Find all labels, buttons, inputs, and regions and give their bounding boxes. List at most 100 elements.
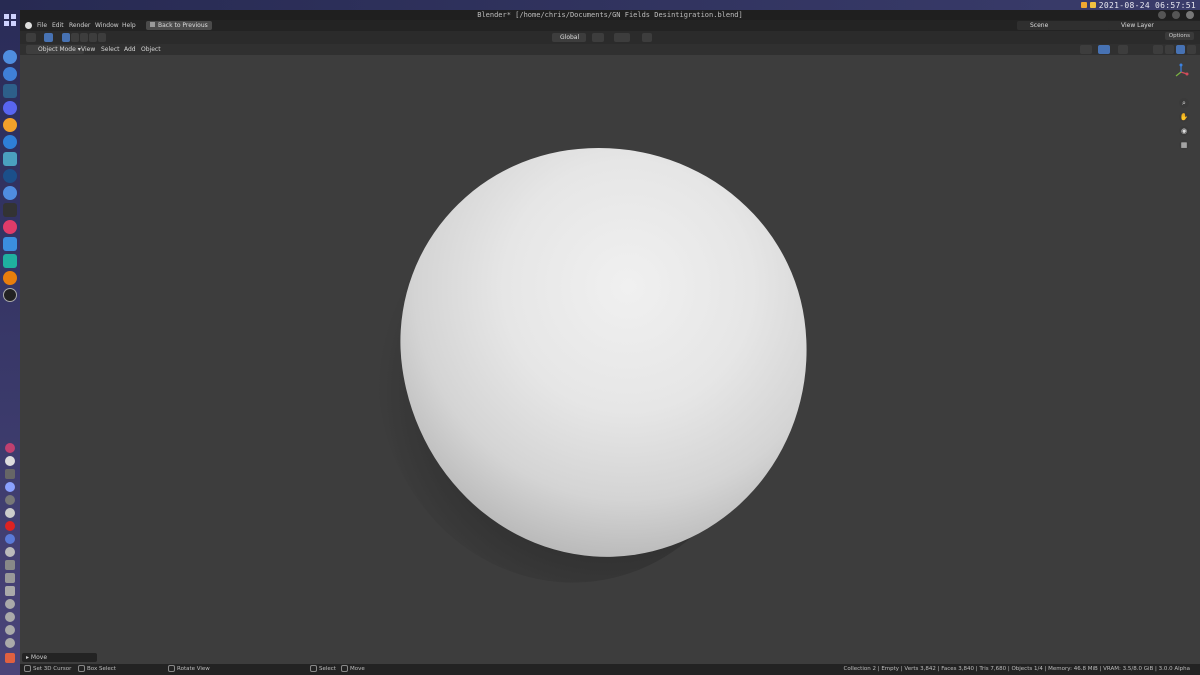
select-mode-subtract-button[interactable] [80, 33, 88, 42]
vscode-icon[interactable] [3, 84, 17, 98]
3d-viewport[interactable]: ⌕ ✋ ◉ ▦ [20, 55, 1200, 663]
status-select-label: Select [319, 666, 336, 672]
app-grid-icon[interactable] [4, 14, 16, 26]
menu-add[interactable]: Add [124, 45, 136, 54]
files-icon[interactable] [3, 118, 17, 132]
status-set-cursor-label: Set 3D Cursor [33, 666, 72, 672]
tray-label-icon[interactable] [5, 469, 15, 479]
menu-object[interactable]: Object [141, 45, 161, 54]
os-dock [0, 10, 20, 675]
gizmo-button[interactable] [1098, 45, 1110, 54]
pan-hand-icon[interactable]: ✋ [1179, 112, 1189, 122]
steam-icon[interactable] [3, 169, 17, 183]
overlay-button[interactable] [1118, 45, 1128, 54]
tray-window-icon[interactable] [5, 560, 15, 570]
firefox-icon[interactable] [3, 67, 17, 81]
visibility-button[interactable] [1080, 45, 1092, 54]
perspective-grid-icon[interactable]: ▦ [1179, 140, 1189, 150]
shading-material-button[interactable] [1187, 45, 1196, 54]
folder-icon[interactable] [3, 237, 17, 251]
back-to-previous-button[interactable]: Back to Previous [146, 21, 212, 30]
back-to-previous-label: Back to Previous [158, 22, 208, 29]
status-bar: Set 3D Cursor Box Select Rotate View Sel… [20, 664, 1200, 675]
tray-steam-icon[interactable] [5, 547, 15, 557]
menu-view[interactable]: View [81, 45, 95, 54]
tray-lock-icon[interactable] [5, 586, 15, 596]
tray-gb-icon[interactable] [5, 625, 15, 635]
blender-logo-icon[interactable] [25, 22, 32, 29]
select-mode-extend-button[interactable] [71, 33, 79, 42]
maximize-button[interactable] [1172, 11, 1180, 19]
editor-icon[interactable] [3, 254, 17, 268]
menu-file[interactable]: File [37, 20, 47, 31]
tray-disc-icon[interactable] [5, 495, 15, 505]
transform-orientation-dropdown[interactable]: Global [552, 33, 586, 42]
os-top-bar: 2021-08-24 06:57:51 [0, 0, 1200, 10]
tray-network-icon[interactable] [5, 534, 15, 544]
obs-icon[interactable] [3, 288, 17, 302]
tray-power-icon[interactable] [5, 653, 15, 663]
object-mode-dropdown[interactable]: Object Mode ▾ [26, 45, 84, 54]
status-rotate-view-label: Rotate View [177, 666, 210, 672]
select-mode-intersect-button[interactable] [98, 33, 106, 42]
menu-help[interactable]: Help [122, 20, 136, 31]
scene-selector[interactable]: Scene [1017, 21, 1110, 30]
menu-select[interactable]: Select [101, 45, 120, 54]
status-box-select: Box Select [78, 664, 116, 675]
back-icon [150, 22, 155, 27]
status-move-label: Move [350, 666, 365, 672]
transform-orientation-value: Global [560, 34, 580, 41]
tray-icon-2[interactable] [1089, 2, 1096, 8]
proportional-editing-button[interactable] [642, 33, 652, 42]
tray-discord-icon[interactable] [5, 482, 15, 492]
select-mode-new-button[interactable] [62, 33, 70, 42]
tray-obs-icon[interactable] [5, 508, 15, 518]
last-operator-panel[interactable]: ▸ Move [22, 653, 97, 662]
close-button[interactable] [1186, 11, 1194, 19]
shading-solid-button[interactable] [1176, 45, 1185, 54]
axis-gizmo-icon[interactable] [1172, 63, 1190, 81]
browser-icon[interactable] [3, 135, 17, 149]
firefox-icon[interactable] [3, 186, 17, 200]
tray-microphone-icon[interactable] [5, 638, 15, 648]
blender-menubar: File Edit Render Window Help Back to Pre… [20, 20, 1200, 31]
tray-mic-icon[interactable] [5, 443, 15, 453]
monitor-icon[interactable] [3, 152, 17, 166]
system-clock[interactable]: 2021-08-24 06:57:51 [1099, 1, 1196, 10]
menu-window[interactable]: Window [95, 20, 119, 31]
tray-bluetooth-icon[interactable] [5, 612, 15, 622]
status-move: Move [341, 664, 365, 675]
menu-edit[interactable]: Edit [52, 20, 64, 31]
tray-volume-icon[interactable] [5, 599, 15, 609]
firefox-icon[interactable] [3, 50, 17, 64]
editor-type-button[interactable] [26, 33, 36, 42]
tray-compass-icon[interactable] [5, 456, 15, 466]
select-tool-button[interactable] [44, 33, 53, 42]
select-mode-invert-button[interactable] [89, 33, 97, 42]
view-layer-name: View Layer [1121, 22, 1154, 29]
pivot-point-button[interactable] [592, 33, 604, 42]
scene-name: Scene [1030, 22, 1049, 29]
tray-clipboard-icon[interactable] [5, 573, 15, 583]
xray-button[interactable] [1153, 45, 1163, 54]
menu-render[interactable]: Render [69, 20, 90, 31]
shading-wireframe-button[interactable] [1165, 45, 1174, 54]
tray-icon-1[interactable] [1080, 2, 1087, 8]
view-layer-selector[interactable]: View Layer [1108, 21, 1200, 30]
mouse-left-icon [24, 665, 31, 672]
blender-icon[interactable] [3, 271, 17, 285]
status-box-select-label: Box Select [87, 666, 116, 672]
terminal-icon[interactable] [3, 203, 17, 217]
viewport-header: Object Mode ▾ View Select Add Object [20, 44, 1200, 55]
tool-header: Global Options [20, 31, 1200, 44]
status-select: Select [310, 664, 336, 675]
record-icon[interactable] [3, 220, 17, 234]
minimize-button[interactable] [1158, 11, 1166, 19]
zoom-icon[interactable]: ⌕ [1179, 98, 1189, 108]
camera-icon[interactable]: ◉ [1179, 126, 1189, 136]
tray-alert-icon[interactable] [5, 521, 15, 531]
snap-button[interactable] [614, 33, 630, 42]
window-title: Blender* [/home/chris/Documents/GN Field… [477, 11, 743, 19]
discord-icon[interactable] [3, 101, 17, 115]
options-dropdown[interactable]: Options [1164, 32, 1194, 40]
